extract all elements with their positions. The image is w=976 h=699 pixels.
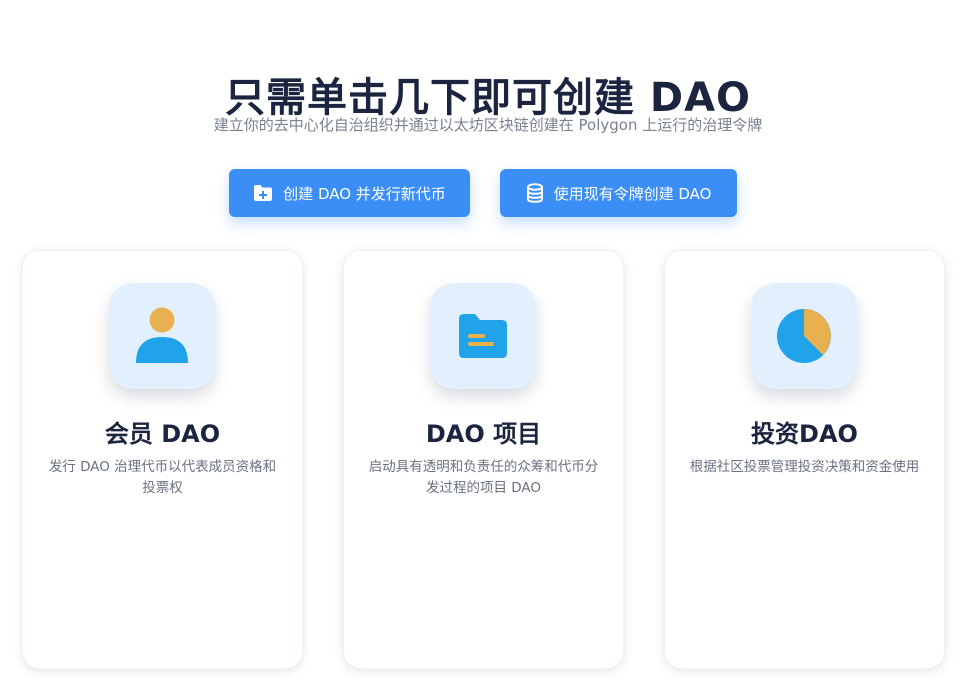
card-investment-dao[interactable]: 投资DAO 根据社区投票管理投资决策和资金使用	[665, 251, 944, 668]
icon-tile	[430, 283, 536, 389]
folder-plus-icon	[254, 185, 273, 201]
folder-icon	[459, 314, 507, 358]
database-icon	[526, 183, 543, 203]
pie-chart-icon	[777, 309, 831, 363]
card-project-dao[interactable]: DAO 项目 启动具有透明和负责任的众筹和代币分发过程的项目 DAO	[344, 251, 623, 668]
card-description: 根据社区投票管理投资决策和资金使用	[689, 459, 920, 475]
card-title: 会员 DAO	[104, 420, 221, 448]
member-icon	[136, 307, 188, 363]
icon-tile	[751, 283, 857, 389]
icon-tile	[109, 283, 215, 389]
card-title: DAO 项目	[425, 420, 542, 448]
card-description: 启动具有透明和负责任的众筹和代币分发过程的项目 DAO	[368, 459, 599, 496]
create-dao-existing-token-button[interactable]: 使用现有令牌创建 DAO	[500, 169, 737, 217]
card-title: 投资DAO	[751, 420, 858, 448]
card-member-dao[interactable]: 会员 DAO 发行 DAO 治理代币以代表成员资格和投票权	[23, 251, 302, 668]
create-dao-new-token-button[interactable]: 创建 DAO 并发行新代币	[229, 169, 470, 217]
page-subtitle: 建立你的去中心化自治组织并通过以太坊区块链创建在 Polygon 上运行的治理令…	[213, 116, 763, 134]
card-description: 发行 DAO 治理代币以代表成员资格和投票权	[48, 459, 277, 496]
create-dao-new-token-label: 创建 DAO 并发行新代币	[283, 184, 446, 203]
create-dao-existing-token-label: 使用现有令牌创建 DAO	[553, 184, 712, 203]
